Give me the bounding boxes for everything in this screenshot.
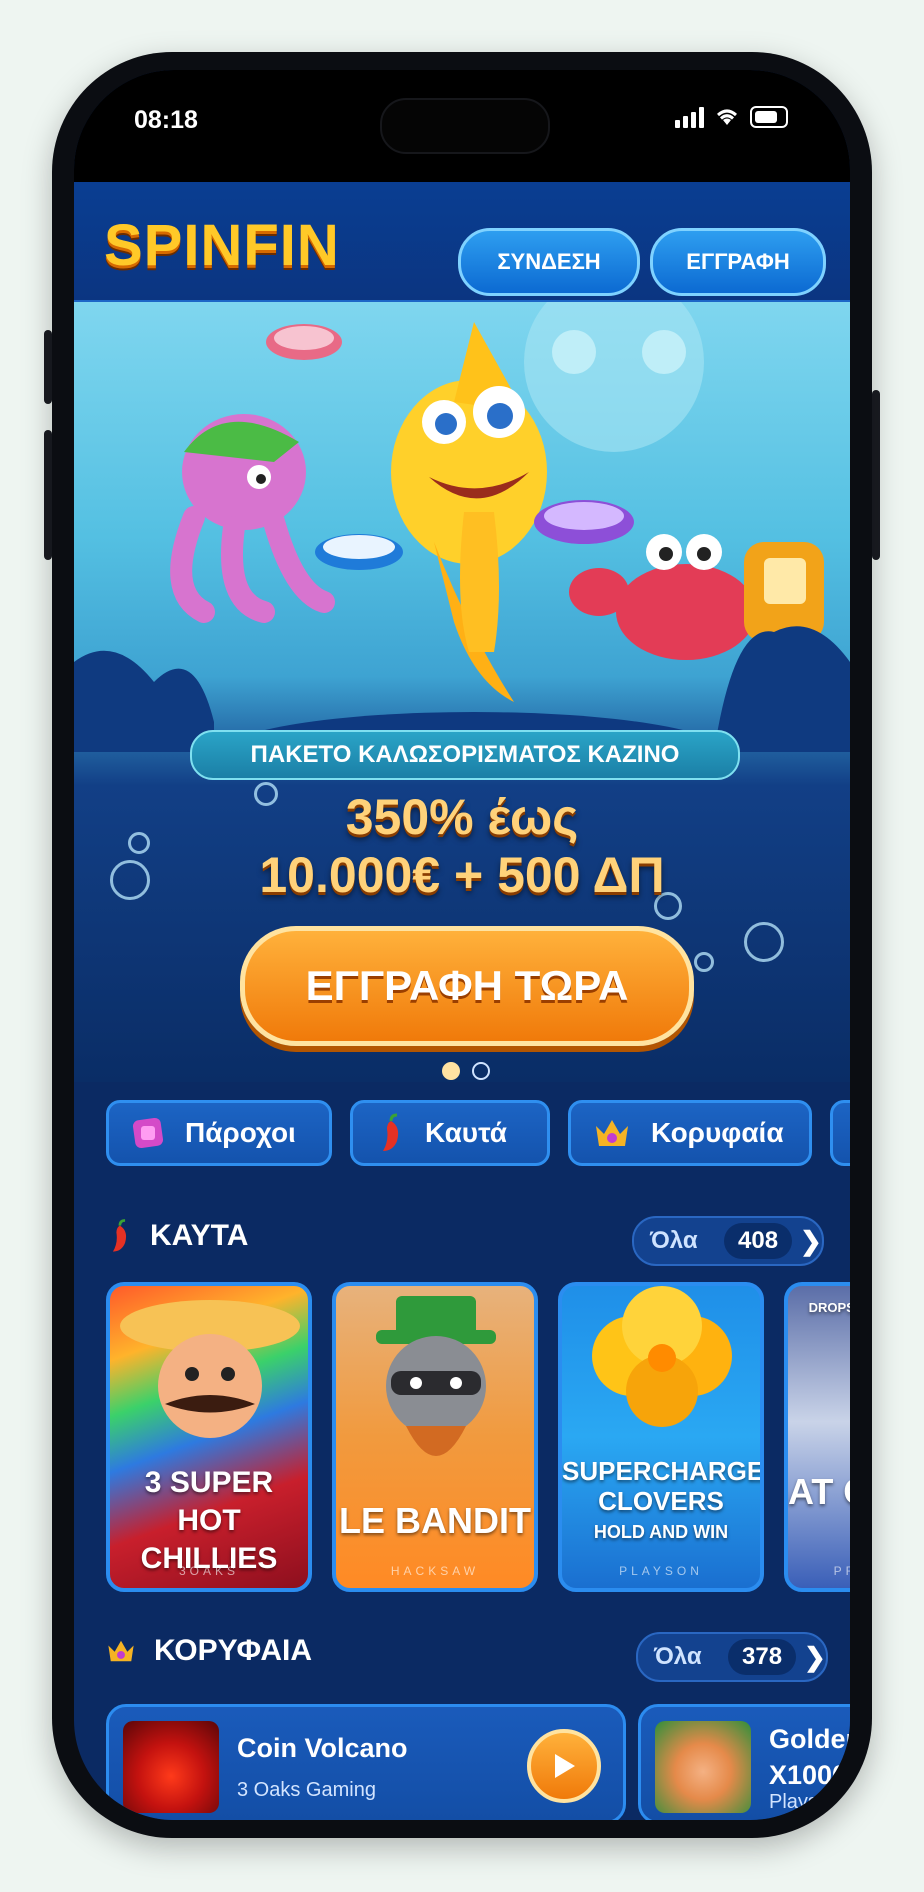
game-card[interactable]: 3 SUPER HOT CHILLIES 3OAKS bbox=[106, 1282, 312, 1592]
drops-wins-badge: DROPS & WINS bbox=[808, 1300, 850, 1315]
game-title: SUPERCHARGED CLOVERS bbox=[562, 1456, 764, 1516]
status-bar: 08:18 bbox=[74, 70, 850, 182]
game-title: GAT OLYM bbox=[787, 1471, 850, 1512]
game-art bbox=[592, 1286, 732, 1427]
chevron-right-icon: ❯ bbox=[800, 1225, 822, 1256]
signal-icon bbox=[675, 106, 704, 128]
category-label: Καυτά bbox=[425, 1117, 508, 1148]
chili-icon bbox=[383, 1113, 399, 1151]
game-title: LE BANDIT bbox=[339, 1500, 531, 1541]
game-provider: 3OAKS bbox=[178, 1564, 240, 1578]
bonus-amount: 10.000€ + 500 ΔΠ bbox=[259, 847, 665, 903]
game-art bbox=[120, 1300, 300, 1438]
status-time: 08:18 bbox=[134, 106, 198, 134]
register-button[interactable]: ΕΓΓΡΑΦΗ bbox=[650, 228, 826, 296]
play-icon bbox=[555, 1754, 575, 1778]
carousel-dots bbox=[442, 1062, 490, 1080]
top-see-all-button[interactable]: Όλα 378 ❯ bbox=[636, 1632, 828, 1682]
section-title-text: ΚΟΡΥΦΑΙΑ bbox=[154, 1634, 312, 1667]
game-subtitle: HOLD AND WIN bbox=[593, 1522, 729, 1542]
wifi-icon bbox=[717, 109, 737, 125]
login-button[interactable]: ΣΥΝΔΕΣΗ bbox=[458, 228, 640, 296]
dynamic-island bbox=[380, 98, 550, 154]
see-all-label: Όλα bbox=[654, 1643, 702, 1670]
game-name: Golden X1000 bbox=[769, 1724, 850, 1790]
carousel-dot-active[interactable] bbox=[442, 1062, 460, 1080]
power-button bbox=[872, 390, 880, 560]
game-provider: Playson bbox=[769, 1791, 841, 1813]
top-game-card[interactable]: Coin Volcano 3 Oaks Gaming bbox=[106, 1704, 626, 1820]
spinfin-logo[interactable]: SPINFIN bbox=[104, 212, 340, 279]
status-icons bbox=[675, 106, 788, 128]
category-providers[interactable]: Πάροχοι bbox=[106, 1100, 332, 1166]
see-all-label: Όλα bbox=[650, 1227, 698, 1254]
section-title-text: ΚΑΥΤΑ bbox=[150, 1219, 249, 1252]
game-provider: PRA bbox=[833, 1564, 850, 1578]
register-now-button[interactable]: ΕΓΓΡΑΦΗ ΤΩΡΑ bbox=[240, 926, 694, 1046]
section-hot-title: ΚΑΥΤΑ bbox=[106, 1218, 248, 1254]
crown-icon bbox=[108, 1640, 134, 1662]
chili-icon bbox=[112, 1219, 127, 1252]
bonus-headline: 350% έως bbox=[345, 789, 579, 845]
volume-button bbox=[44, 430, 52, 560]
category-chips: Πάροχοι Καυτά Κορυφαία bbox=[106, 1100, 850, 1166]
game-card[interactable]: LE BANDIT HACKSAW bbox=[332, 1282, 538, 1592]
category-label: Κορυφαία bbox=[651, 1117, 784, 1148]
phone-screen: 08:18 SPINFIN ΣΥΝΔΕΣΗ ΕΓΓΡΑΦΗ ΠΑΚΕΤΟ ΚΑΛ… bbox=[74, 70, 850, 1820]
hot-games-row: 3 SUPER HOT CHILLIES 3OAKS LE BANDIT HAC… bbox=[106, 1282, 850, 1592]
crown-icon bbox=[596, 1120, 628, 1146]
hot-count: 408 bbox=[724, 1223, 793, 1259]
chevron-right-icon: ❯ bbox=[804, 1641, 826, 1672]
site-header: SPINFIN ΣΥΝΔΕΣΗ ΕΓΓΡΑΦΗ bbox=[74, 182, 850, 303]
category-hot[interactable]: Καυτά bbox=[350, 1100, 550, 1166]
hero-banner[interactable]: ΠΑΚΕΤΟ ΚΑΛΩΣΟΡΙΣΜΑΤΟΣ ΚΑΖΙΝΟ 350% έως 10… bbox=[74, 302, 850, 1082]
carousel-dot[interactable] bbox=[472, 1062, 490, 1080]
game-provider: HACKSAW bbox=[390, 1564, 480, 1578]
hot-see-all-button[interactable]: Όλα 408 ❯ bbox=[632, 1216, 824, 1266]
section-top-title: ΚΟΡΥΦΑΙΑ bbox=[106, 1634, 312, 1668]
game-provider: 3 Oaks Gaming bbox=[237, 1779, 376, 1801]
battery-icon bbox=[750, 106, 788, 128]
game-art bbox=[376, 1296, 496, 1456]
welcome-package-badge: ΠΑΚΕΤΟ ΚΑΛΩΣΟΡΙΣΜΑΤΟΣ ΚΑΖΙΝΟ bbox=[190, 730, 740, 780]
action-button bbox=[44, 330, 52, 404]
game-thumbnail bbox=[123, 1721, 219, 1813]
game-card[interactable]: SUPERCHARGED CLOVERS HOLD AND WIN PLAYSO… bbox=[558, 1282, 764, 1592]
phone-frame: 08:18 SPINFIN ΣΥΝΔΕΣΗ ΕΓΓΡΑΦΗ ΠΑΚΕΤΟ ΚΑΛ… bbox=[52, 52, 872, 1838]
game-thumbnail bbox=[655, 1721, 751, 1813]
category-top[interactable]: Κορυφαία bbox=[568, 1100, 812, 1166]
top-count: 378 bbox=[728, 1639, 797, 1675]
bubble-decoration bbox=[694, 952, 714, 972]
category-more[interactable] bbox=[830, 1100, 850, 1166]
game-card[interactable]: DROPS & WINS GAT OLYM PRA bbox=[784, 1282, 850, 1592]
hero-illustration bbox=[74, 302, 850, 752]
game-title: 3 SUPER HOT CHILLIES bbox=[140, 1466, 278, 1575]
play-button[interactable] bbox=[527, 1729, 601, 1803]
game-provider: PLAYSON bbox=[619, 1564, 703, 1578]
provider-box-icon bbox=[132, 1117, 164, 1149]
bubble-decoration bbox=[744, 922, 784, 962]
game-name: Coin Volcano bbox=[237, 1733, 408, 1763]
category-label: Πάροχοι bbox=[185, 1117, 296, 1148]
top-game-card[interactable]: Golden X1000 Playson bbox=[638, 1704, 850, 1820]
